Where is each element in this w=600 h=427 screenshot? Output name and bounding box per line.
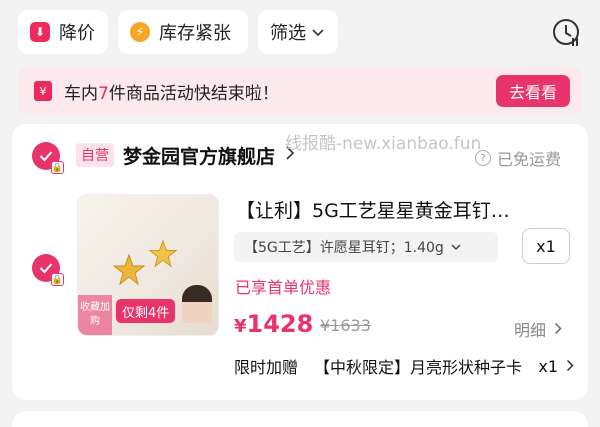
promo-text: 已享首单优惠: [235, 278, 332, 297]
filter-low-stock-button[interactable]: ⚡ 库存紧张: [118, 10, 248, 54]
addon-label: 限时加赠: [234, 358, 299, 377]
product-image[interactable]: 收藏加购 仅剩4件: [77, 194, 219, 336]
question-icon: ?: [475, 150, 491, 166]
store-name: 梦金园官方旗舰店: [123, 145, 276, 168]
price-down-icon: ⬇: [30, 22, 50, 42]
price: ¥1428: [234, 310, 313, 338]
next-store-card: [12, 411, 588, 427]
watermark: 线报酷-new.xianbao.fun: [285, 134, 482, 154]
price-value: 1428: [246, 310, 314, 338]
chevron-down-icon: [450, 240, 462, 254]
stock-left-badge: 仅剩4件: [116, 299, 176, 323]
filter-options-button[interactable]: 筛选: [258, 10, 338, 54]
item-select-checkbox[interactable]: 🔒: [32, 254, 64, 286]
store-select-checkbox[interactable]: 🔒: [32, 142, 64, 174]
original-price: ¥1633: [320, 316, 371, 335]
sku-text: 【5G工艺】许愿星耳钉；1.40g: [244, 240, 444, 256]
banner-count: 7: [98, 83, 109, 104]
addon-quantity: x1: [538, 356, 558, 376]
filter-label: 降价: [59, 23, 95, 44]
chevron-right-icon: [554, 320, 562, 339]
lock-icon: 🔒: [51, 273, 64, 286]
view-activity-button[interactable]: 去看看: [496, 75, 570, 107]
activity-banner: ¥ 车内7件商品活动快结束啦！ 去看看: [18, 67, 582, 115]
model-avatar-image: [182, 285, 212, 323]
lightning-icon: ⚡: [130, 22, 150, 42]
clock-icon[interactable]: [552, 18, 582, 48]
detail-label: 明细: [514, 321, 547, 340]
gift-addon-row[interactable]: 限时加赠 【中秋限定】月亮形状种子卡 x1: [234, 354, 574, 378]
star-earring-image: [148, 239, 178, 268]
currency-symbol: ¥: [234, 316, 247, 337]
filter-price-drop-button[interactable]: ⬇ 降价: [18, 10, 108, 54]
chevron-right-icon: [566, 357, 574, 376]
cart-store-card: 🔒 自营 梦金园官方旗舰店 线报酷-new.xianbao.fun ? 已免运费…: [12, 124, 588, 400]
addon-item: 【中秋限定】月亮形状种子卡: [314, 358, 523, 377]
filter-label: 筛选: [270, 23, 306, 44]
filter-label: 库存紧张: [159, 23, 231, 44]
quantity-selector[interactable]: x1: [522, 228, 570, 264]
star-earring-image: [112, 253, 146, 286]
self-operated-badge: 自营: [76, 143, 114, 167]
sku-selector[interactable]: 【5G工艺】许愿星耳钉；1.40g: [234, 232, 498, 262]
chevron-down-icon: [311, 22, 325, 43]
shipping-text: 已免运费: [497, 150, 562, 169]
banner-text: 车内7件商品活动快结束啦！: [64, 83, 279, 104]
coupon-icon: ¥: [34, 81, 52, 101]
price-detail-link[interactable]: 明细: [514, 317, 562, 341]
lock-icon: 🔒: [51, 161, 64, 174]
shipping-info[interactable]: ? 已免运费: [475, 146, 561, 170]
favorite-add-label: 收藏加购: [78, 295, 112, 335]
product-title[interactable]: 【让利】5G工艺星星黄金耳钉…: [236, 196, 510, 223]
store-header[interactable]: 自营 梦金园官方旗舰店: [76, 142, 295, 168]
